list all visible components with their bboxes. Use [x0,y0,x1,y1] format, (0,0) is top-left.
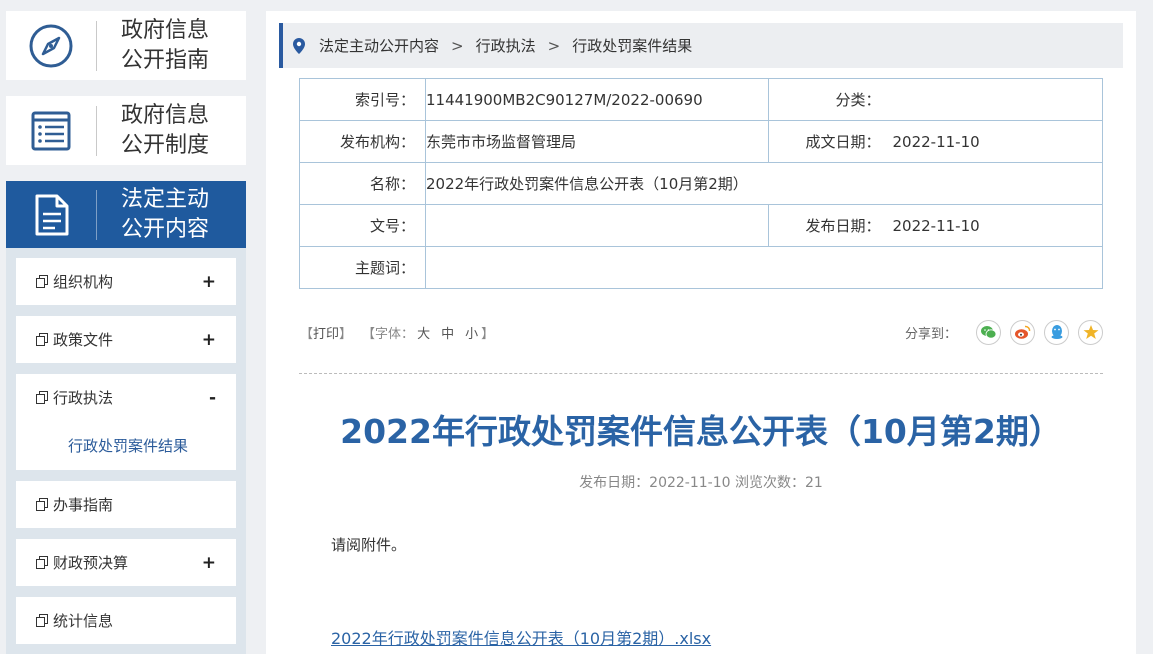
copy-icon [36,614,48,627]
sidebar-item-budget[interactable]: 财政预决算 + [16,539,236,586]
sidebar-item-policy[interactable]: 政策文件 + [16,316,236,363]
copy-icon [36,275,48,288]
breadcrumb-item[interactable]: 行政执法 [476,35,536,56]
subject-value [425,246,1103,289]
copy-icon [36,333,48,346]
sidebar-item-label: 办事指南 [53,496,114,514]
guide-button-label: 政府信息 公开指南 [121,17,210,73]
active-content-button-label: 法定主动 公开内容 [121,186,210,242]
compass-icon [6,23,96,69]
left-sidebar: 政府信息 公开指南 政府信息 公开制度 法定主动 公开内容 组织机构 + 政策文… [6,11,246,654]
font-medium-link[interactable]: 中 [441,323,454,342]
copy-icon [36,556,48,569]
weibo-icon[interactable] [1010,319,1035,345]
docno-label: 文号： [299,204,426,247]
share-label: 分享到： [904,326,957,342]
pub-date-value: 2022-11-10 [892,204,1103,247]
share-bar: 分享到： [904,319,1103,345]
expand-toggle[interactable]: + [202,272,216,292]
breadcrumb: 法定主动公开内容 > 行政执法 > 行政处罚案件结果 [279,23,1123,68]
sidebar-item-label: 统计信息 [53,612,114,630]
qq-icon[interactable] [1044,319,1069,345]
main-content: 法定主动公开内容 > 行政执法 > 行政处罚案件结果 索引号： 11441900… [266,11,1136,654]
breadcrumb-item[interactable]: 法定主动公开内容 [319,35,439,56]
bracket: 】 [339,326,353,342]
font-size-label: 【字体： [362,326,415,342]
qzone-icon[interactable] [1078,319,1103,345]
org-value: 东莞市市场监督管理局 [425,120,769,163]
created-date-label: 成文日期： [768,120,893,163]
metadata-table: 索引号： 11441900MB2C90127M/2022-00690 分类： 发… [299,78,1103,289]
guide-button[interactable]: 政府信息 公开指南 [6,11,246,80]
expand-toggle[interactable]: + [202,553,216,573]
docno-value [425,204,769,247]
font-large-link[interactable]: 大 [417,323,430,342]
print-link[interactable]: 打印 [313,323,339,342]
copy-icon [36,498,48,511]
copy-icon [36,391,48,404]
bracket: 【 [300,326,314,342]
created-date-value: 2022-11-10 [892,120,1103,163]
document-icon [6,193,96,237]
name-label: 名称： [299,162,426,205]
active-content-button[interactable]: 法定主动 公开内容 [6,181,246,248]
font-small-link[interactable]: 小 [465,323,478,342]
sidebar-item-label: 组织机构 [53,273,114,291]
bracket: 】 [481,326,495,342]
article-title: 2022年行政处罚案件信息公开表（10月第2期） [340,412,1062,451]
expand-toggle[interactable]: + [202,330,216,350]
divider [299,373,1103,374]
index-label: 索引号： [299,78,426,121]
name-value: 2022年行政处罚案件信息公开表（10月第2期） [425,162,1103,205]
location-pin-icon [293,37,305,54]
sidebar-item-organization[interactable]: 组织机构 + [16,258,236,305]
category-value [892,78,1103,121]
sidebar-item-label: 行政执法 [53,389,114,407]
sidebar-item-label: 政策文件 [53,331,114,349]
article-pubinfo: 发布日期：2022-11-10 浏览次数：21 [579,475,823,491]
category-label: 分类： [768,78,893,121]
breadcrumb-item[interactable]: 行政处罚案件结果 [572,35,692,56]
sidebar-menu: 组织机构 + 政策文件 + 行政执法 - 行政处罚案件结果 办事指南 财政预决算… [6,248,246,654]
sidebar-item-guide[interactable]: 办事指南 [16,481,236,528]
attachment-link[interactable]: 2022年行政处罚案件信息公开表（10月第2期）.xlsx [331,625,711,649]
sidebar-item-label: 财政预决算 [53,554,129,572]
pub-date-label: 发布日期： [768,204,893,247]
submenu-item-penalty-results[interactable]: 行政处罚案件结果 [68,435,188,456]
chevron-right-icon: > [451,36,464,55]
collapse-toggle[interactable]: - [209,388,216,408]
chevron-right-icon: > [547,36,561,55]
index-value: 11441900MB2C90127M/2022-00690 [425,78,769,121]
list-document-icon [6,109,96,153]
system-button-label: 政府信息 公开制度 [121,102,210,158]
article-body: 请阅附件。 [331,536,407,554]
system-button[interactable]: 政府信息 公开制度 [6,96,246,165]
sidebar-item-statistics[interactable]: 统计信息 [16,597,236,644]
org-label: 发布机构： [299,120,426,163]
wechat-icon[interactable] [976,319,1001,345]
subject-label: 主题词： [299,246,426,289]
article-tools: 【 打印 】 【字体： 大 中 小 】 分享到： [300,317,1103,347]
sidebar-item-enforcement[interactable]: 行政执法 - 行政处罚案件结果 [16,374,236,470]
